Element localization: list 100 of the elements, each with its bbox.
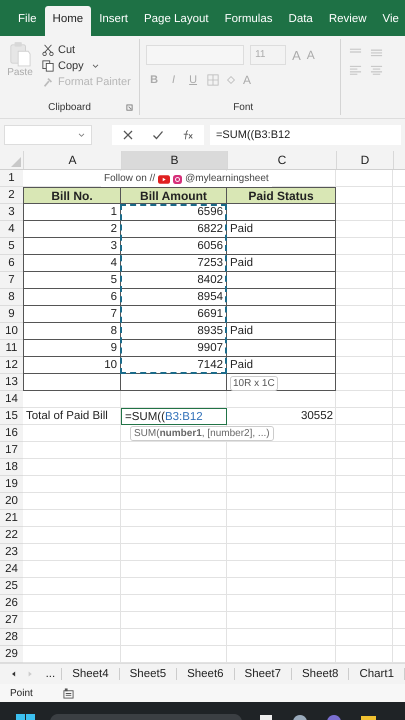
formula-input[interactable]: =SUM((B3:B12 xyxy=(210,125,401,145)
table-cell: 4 xyxy=(23,255,121,272)
scroll-left-icon[interactable] xyxy=(12,670,16,678)
row-header[interactable]: 8 xyxy=(0,289,23,306)
row-header[interactable]: 24 xyxy=(0,561,23,578)
table-cell: Paid xyxy=(227,255,336,272)
ribbon-tab[interactable]: Formulas xyxy=(216,6,281,36)
column-header[interactable]: B xyxy=(121,151,227,169)
table-cell: 8954 xyxy=(121,289,227,306)
align-left-icon[interactable] xyxy=(349,65,362,75)
table-cell-text: 30552 xyxy=(300,409,334,424)
table-cell: 9907 xyxy=(121,340,227,357)
row-header[interactable]: 26 xyxy=(0,595,23,612)
banner-handle: @mylearningsheet xyxy=(185,172,269,186)
row-header[interactable]: 25 xyxy=(0,578,23,595)
caret-icon xyxy=(92,64,99,68)
sheet-tab[interactable]: Sheet6 xyxy=(177,668,235,680)
row-header[interactable]: 21 xyxy=(0,510,23,527)
ribbon-tab[interactable]: Home xyxy=(44,6,92,36)
scroll-right-icon[interactable] xyxy=(28,670,32,678)
row-header[interactable]: 22 xyxy=(0,527,23,544)
sheet-tab[interactable]: Sheet7 xyxy=(234,668,292,680)
column-header[interactable]: C xyxy=(227,151,336,169)
row-header[interactable]: 9 xyxy=(0,306,23,323)
borders-icon[interactable] xyxy=(207,74,220,86)
row-header[interactable]: 17 xyxy=(0,442,23,459)
column-header[interactable]: D xyxy=(336,151,393,169)
row-header[interactable]: 2 xyxy=(0,187,23,204)
table-cell: 8935 xyxy=(121,323,227,340)
triangle-icon xyxy=(11,157,21,167)
row-header[interactable]: 11 xyxy=(0,340,23,357)
row-header[interactable]: 16 xyxy=(0,425,23,442)
macro-record-icon[interactable] xyxy=(62,688,74,698)
row-header[interactable]: 1 xyxy=(0,170,23,187)
table-cell: 9 xyxy=(23,340,121,357)
copy-icon xyxy=(42,60,54,72)
table-header-cell: Bill Amount xyxy=(121,187,227,204)
dialog-launcher-icon[interactable] xyxy=(126,104,134,110)
table-cell: 6056 xyxy=(121,238,227,255)
row-header[interactable]: 20 xyxy=(0,493,23,510)
table-cell: 6822 xyxy=(121,221,227,238)
row-header[interactable]: 5 xyxy=(0,238,23,255)
clipboard-command[interactable]: Cut xyxy=(40,43,133,57)
table-cell-text: Total of Paid Bill xyxy=(25,409,109,424)
table-cell: 3 xyxy=(23,238,121,255)
align-middle-icon[interactable] xyxy=(370,47,384,57)
table-cell: 5 xyxy=(23,272,121,289)
table-cell: 6 xyxy=(23,289,121,306)
windows-icon[interactable] xyxy=(16,712,36,720)
row-header[interactable]: 7 xyxy=(0,272,23,289)
sheet-tab[interactable]: ... xyxy=(40,668,62,680)
cancel-icon[interactable] xyxy=(122,129,134,141)
sheet-tab[interactable]: Sheet5 xyxy=(120,668,178,680)
row-header[interactable]: 18 xyxy=(0,459,23,476)
name-box[interactable] xyxy=(4,125,92,145)
range-size-tooltip: 10R x 1C xyxy=(230,376,278,391)
align-center-icon[interactable] xyxy=(370,65,384,75)
camera-icon xyxy=(173,174,182,184)
row-header[interactable]: 28 xyxy=(0,629,23,646)
row-header[interactable]: 6 xyxy=(0,255,23,272)
ribbon-tab[interactable]: Vie xyxy=(374,6,405,36)
caret-icon xyxy=(78,132,85,138)
table-cell: 6596 xyxy=(121,204,227,221)
clipboard-command[interactable]: Copy xyxy=(40,59,133,73)
table-cell: Paid xyxy=(227,357,336,374)
ribbon-tab[interactable]: Page Layout xyxy=(136,6,217,36)
banner-text: Follow on // xyxy=(104,172,156,186)
font-name-field[interactable] xyxy=(146,45,244,65)
function-hint-tooltip: SUM(number1, [number2], ...) xyxy=(130,426,274,441)
status-mode: Point xyxy=(10,688,33,698)
row-header[interactable]: 3 xyxy=(0,204,23,221)
ribbon-tab[interactable]: Insert xyxy=(91,6,136,36)
checkmark-icon[interactable] xyxy=(152,129,164,141)
insert-function-icon[interactable] xyxy=(182,129,194,141)
ribbon-tab[interactable]: Review xyxy=(320,6,375,36)
ribbon-tab[interactable]: Data xyxy=(280,6,321,36)
sheet-tab[interactable]: Chart1 xyxy=(349,668,405,680)
clipboard-icon xyxy=(9,41,31,67)
table-header-cell: Bill No. xyxy=(23,187,121,204)
ribbon-tab[interactable]: File xyxy=(10,6,45,36)
table-cell: Paid xyxy=(227,323,336,340)
row-header[interactable]: 10 xyxy=(0,323,23,340)
row-header[interactable]: 13 xyxy=(0,374,23,391)
row-header[interactable]: 19 xyxy=(0,476,23,493)
row-header[interactable]: 15 xyxy=(0,408,23,425)
sheet-tab[interactable]: Sheet4 xyxy=(62,668,120,680)
row-header[interactable]: 29 xyxy=(0,646,23,663)
row-header[interactable]: 23 xyxy=(0,544,23,561)
row-header[interactable]: 14 xyxy=(0,391,23,408)
row-header[interactable]: 27 xyxy=(0,612,23,629)
formula-cell-input[interactable]: =SUM((B3:B12 xyxy=(121,408,227,425)
sheet-tab[interactable]: Sheet8 xyxy=(292,668,350,680)
table-cell: 6691 xyxy=(121,306,227,323)
row-header[interactable]: 4 xyxy=(0,221,23,238)
row-header[interactable]: 12 xyxy=(0,357,23,374)
table-cell: 8402 xyxy=(121,272,227,289)
group-label: Font xyxy=(233,102,254,112)
group-label: Clipboard xyxy=(48,102,91,112)
table-cell: Paid xyxy=(227,221,336,238)
table-cell: 10 xyxy=(23,357,121,374)
